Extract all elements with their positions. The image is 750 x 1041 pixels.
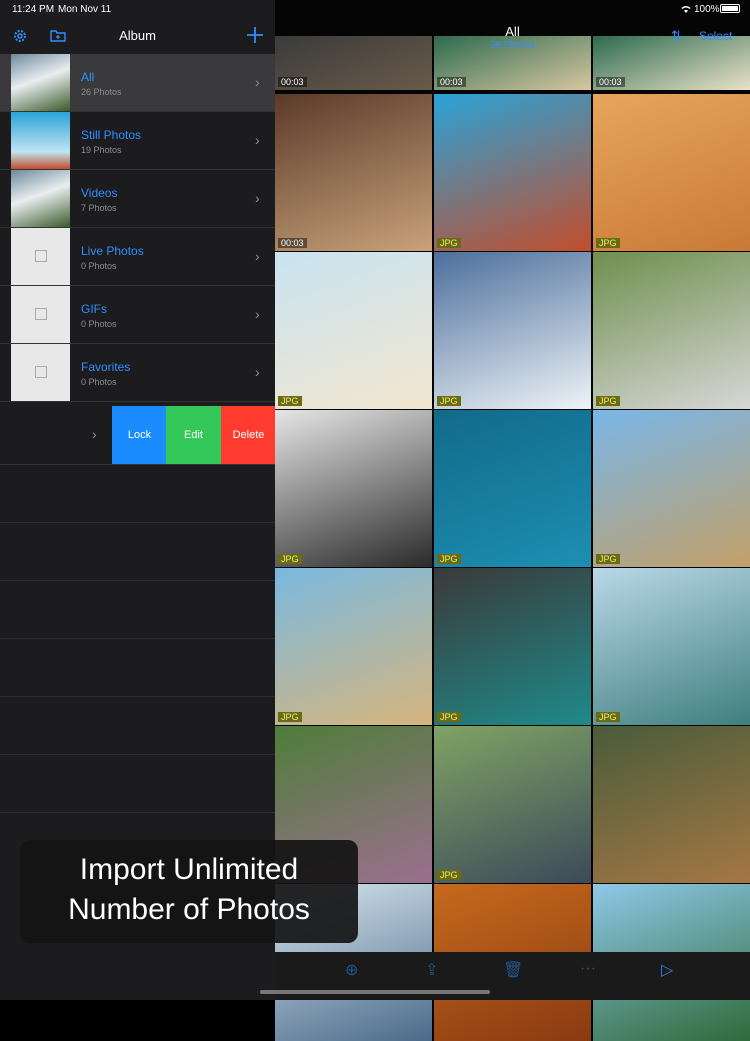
swiped-album-row[interactable]: › Lock Edit Delete [0,406,276,465]
edit-button[interactable]: Edit [166,406,221,464]
play-icon[interactable]: ▷ [661,960,673,980]
promo-caption: Import Unlimited Number of Photos [20,840,358,943]
lock-button[interactable]: Lock [112,406,167,464]
photo-tile[interactable]: JPG [434,568,591,725]
photo-tile[interactable]: JPG [434,726,591,883]
photo-tile[interactable]: JPG [434,410,591,567]
album-thumbnail [11,170,70,227]
select-button[interactable]: Select [699,29,732,43]
album-row-all[interactable]: All 26 Photos › [0,54,275,112]
video-duration-badge: 00:03 [596,77,625,87]
video-duration-badge: 00:03 [278,77,307,87]
wifi-icon [680,4,692,17]
image-placeholder-icon [35,250,47,262]
album-count: 7 Photos [81,203,117,213]
jpg-badge: JPG [596,712,620,722]
add-icon[interactable]: ⊕ [345,960,358,980]
chevron-right-icon: › [255,248,260,264]
promo-line-1: Import Unlimited [79,853,299,886]
photo-tile[interactable]: JPG [434,252,591,409]
album-row-favorites[interactable]: Favorites 0 Photos › [0,344,275,402]
promo-line-2: Number of Photos [68,893,310,926]
home-indicator [260,990,490,994]
album-thumbnail [11,228,70,285]
photo-tile[interactable]: JPG [593,568,750,725]
divider [0,754,275,755]
album-row-still-photos[interactable]: Still Photos 19 Photos › [0,112,275,170]
jpg-badge: JPG [596,238,620,248]
album-count: 19 Photos [81,145,122,155]
chevron-right-icon: › [255,190,260,206]
album-count: 0 Photos [81,261,117,271]
divider [0,812,275,813]
photo-tile[interactable]: JPG [593,252,750,409]
image-placeholder-icon [35,308,47,320]
album-thumbnail [11,344,70,401]
album-row-videos[interactable]: Videos 7 Photos › [0,170,275,228]
video-duration-badge: 00:03 [437,77,466,87]
album-name: Live Photos [81,244,144,258]
delete-button[interactable]: Delete [221,406,276,464]
status-date: Mon Nov 11 [58,4,112,15]
video-duration-badge: 00:03 [278,238,307,248]
album-name: GIFs [81,302,107,316]
jpg-badge: JPG [596,396,620,406]
sort-arrows-icon[interactable]: ⇅ [671,28,682,44]
trash-icon[interactable]: 🗑 [503,960,523,980]
status-time: 11:24 PM [12,4,55,15]
divider [0,696,275,697]
jpg-badge: JPG [437,554,461,564]
album-name: Videos [81,186,118,200]
photo-tile[interactable]: JPG [275,568,432,725]
jpg-badge: JPG [596,554,620,564]
album-count: 0 Photos [81,319,117,329]
sidebar-title: Album [119,28,156,43]
more-icon[interactable]: ··· [580,960,596,978]
photo-tile[interactable]: JPG [434,94,591,251]
battery-icon [720,4,740,13]
jpg-badge: JPG [278,712,302,722]
album-count: 26 Photos [81,87,122,97]
sidebar-header: Album [0,18,275,54]
plus-icon[interactable] [246,26,264,48]
photo-tile[interactable]: JPG [275,252,432,409]
jpg-badge: JPG [278,396,302,406]
main-header: All 26 Photos ⇅ Select [275,18,750,54]
status-bar: 11:24 PM Mon Nov 11 100% [0,0,750,18]
album-row-gifs[interactable]: GIFs 0 Photos › [0,286,275,344]
chevron-right-icon: › [92,426,97,442]
photo-tile[interactable]: JPG [593,94,750,251]
album-thumbnail [11,286,70,343]
photo-tile[interactable]: JPG [593,410,750,567]
jpg-badge: JPG [437,396,461,406]
photo-tile[interactable]: 00:03 [275,94,432,251]
share-icon[interactable]: ⇪ [425,960,438,980]
image-placeholder-icon [35,366,47,378]
divider [0,638,275,639]
album-row-live-photos[interactable]: Live Photos 0 Photos › [0,228,275,286]
chevron-right-icon: › [255,364,260,380]
album-name: Still Photos [81,128,142,142]
photo-tile[interactable]: JPG [275,410,432,567]
album-thumbnail [11,54,70,111]
battery-percent: 100% [694,4,720,15]
jpg-badge: JPG [437,870,461,880]
jpg-badge: JPG [437,238,461,248]
chevron-right-icon: › [255,306,260,322]
divider [0,580,275,581]
album-name: Favorites [81,360,131,374]
jpg-badge: JPG [278,554,302,564]
divider [0,522,275,523]
album-thumbnail [11,112,70,169]
chevron-right-icon: › [255,132,260,148]
jpg-badge: JPG [437,712,461,722]
album-name: All [81,70,95,84]
photo-tile[interactable] [593,726,750,883]
chevron-right-icon: › [255,74,260,90]
album-count: 0 Photos [81,377,117,387]
